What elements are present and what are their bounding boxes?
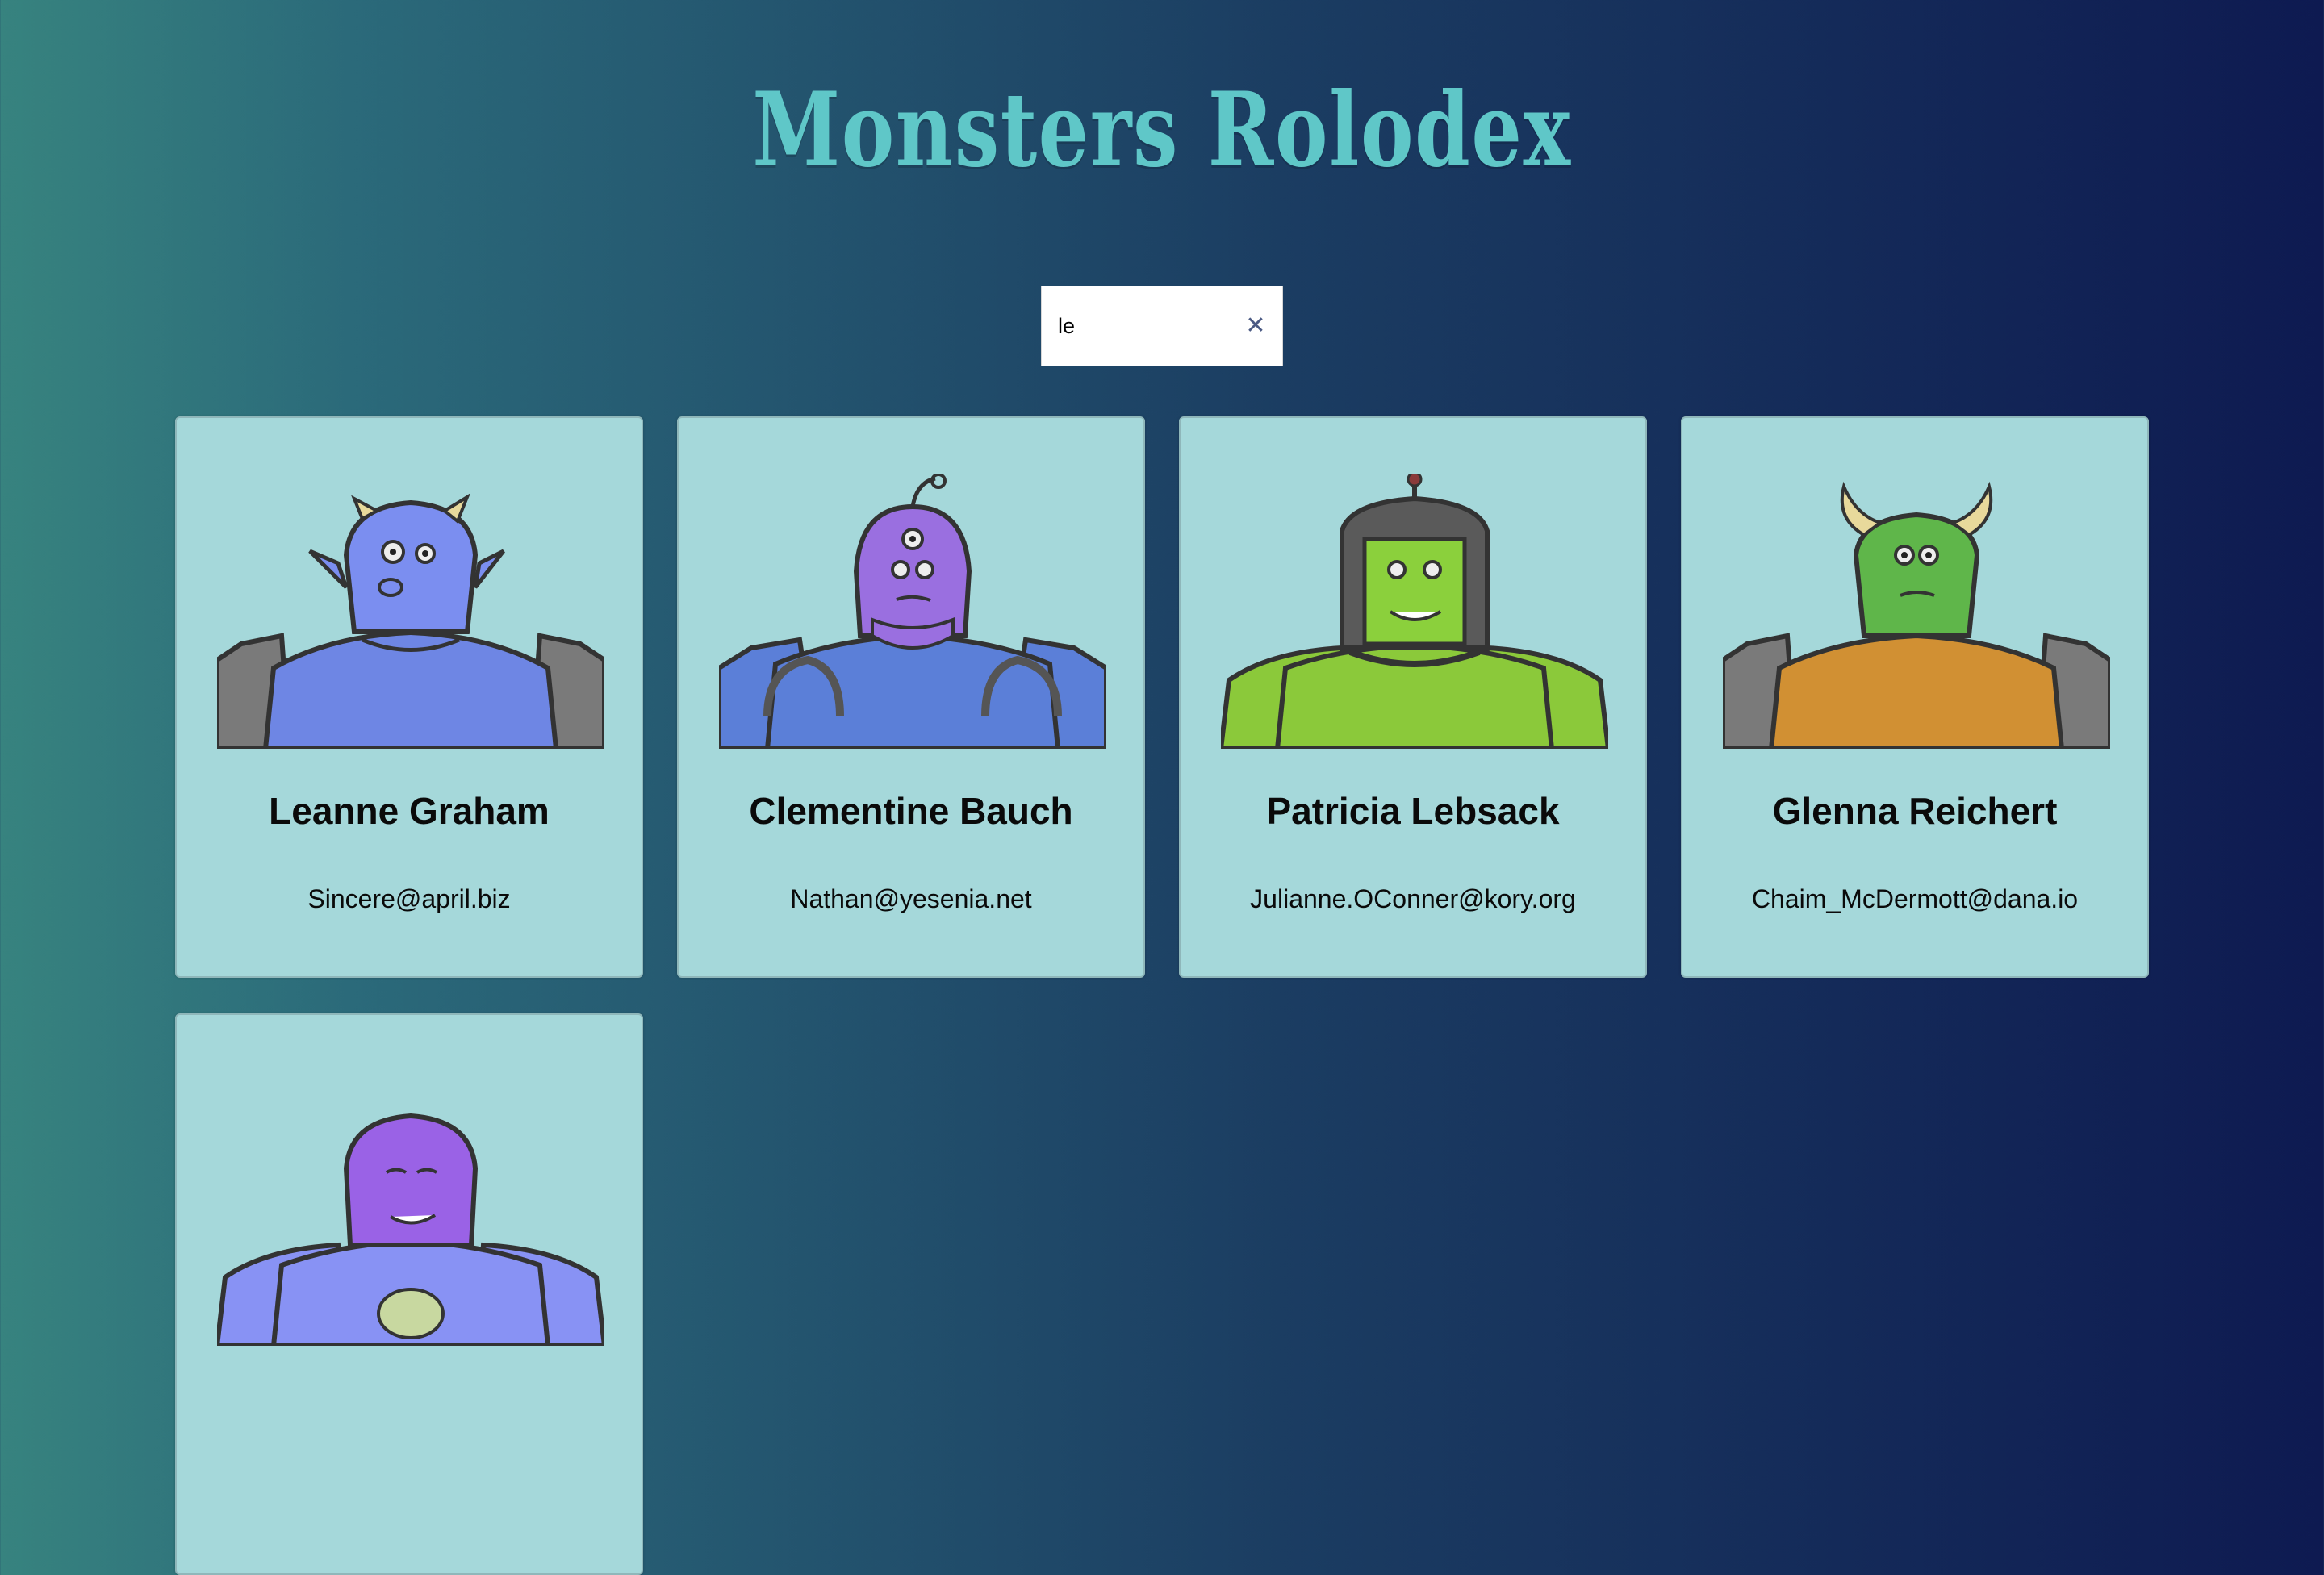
monster-email: Sincere@april.biz [307, 884, 511, 913]
monster-avatar-image [1723, 481, 2110, 749]
monster-name: Glenna Reichert [1772, 790, 2058, 832]
monster-card[interactable]: Patricia Lebsack Julianne.OConner@kory.o… [1179, 416, 1647, 978]
monster-name: Patricia Lebsack [1266, 790, 1560, 832]
monster-avatar-image [1221, 474, 1608, 749]
monster-avatar-image [719, 474, 1106, 749]
monster-card[interactable] [175, 1013, 643, 1575]
close-icon[interactable]: ✕ [1244, 314, 1268, 338]
monster-name: Clementine Bauch [749, 790, 1073, 832]
monster-avatar-image [217, 1113, 604, 1346]
monster-card[interactable]: Leanne Graham Sincere@april.biz [175, 416, 643, 978]
monster-card[interactable]: Clementine Bauch Nathan@yesenia.net [677, 416, 1145, 978]
monster-name: Leanne Graham [269, 790, 550, 832]
monster-card[interactable]: Glenna Reichert Chaim_McDermott@dana.io [1681, 416, 2149, 978]
monster-email: Chaim_McDermott@dana.io [1751, 884, 2079, 913]
search-input[interactable] [1042, 286, 1235, 366]
monster-email: Nathan@yesenia.net [790, 884, 1032, 913]
monster-avatar-image [217, 493, 604, 749]
search-box[interactable]: ✕ [1041, 286, 1283, 366]
page-title: Monsters Rolodex [752, 70, 1572, 190]
monster-email: Julianne.OConner@kory.org [1250, 884, 1576, 913]
